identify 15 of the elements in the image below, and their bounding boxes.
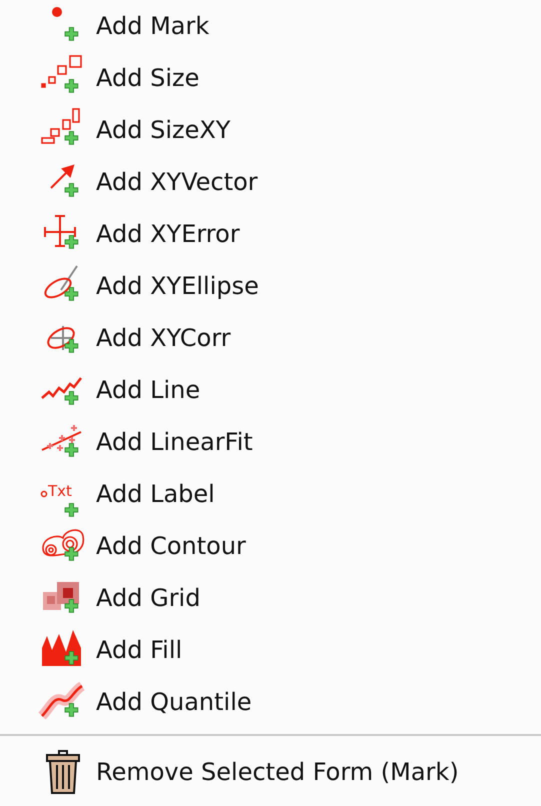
menu-item[interactable]: Add XYCorr — [0, 312, 541, 364]
menu-item[interactable]: Add Grid — [0, 572, 541, 624]
menu-item[interactable]: Txt Add Label — [0, 468, 541, 520]
menu-item[interactable]: Add SizeXY — [0, 104, 541, 156]
menu-item[interactable]: Add XYError — [0, 208, 541, 260]
menu-item[interactable]: Add Fill — [0, 624, 541, 676]
menu-item[interactable]: Add Size — [0, 52, 541, 104]
menu-item[interactable]: Add Quantile — [0, 676, 541, 728]
menu-item[interactable]: Add Line — [0, 364, 541, 416]
menu-item[interactable]: Add Mark — [0, 0, 541, 52]
menu-item[interactable]: Add Contour — [0, 520, 541, 572]
menu-item[interactable]: Remove Selected Form (Mark) — [0, 746, 541, 798]
menu-item[interactable]: Add LinearFit — [0, 416, 541, 468]
menu-item[interactable]: Add XYEllipse — [0, 260, 541, 312]
menu-item[interactable]: Add XYVector — [0, 156, 541, 208]
